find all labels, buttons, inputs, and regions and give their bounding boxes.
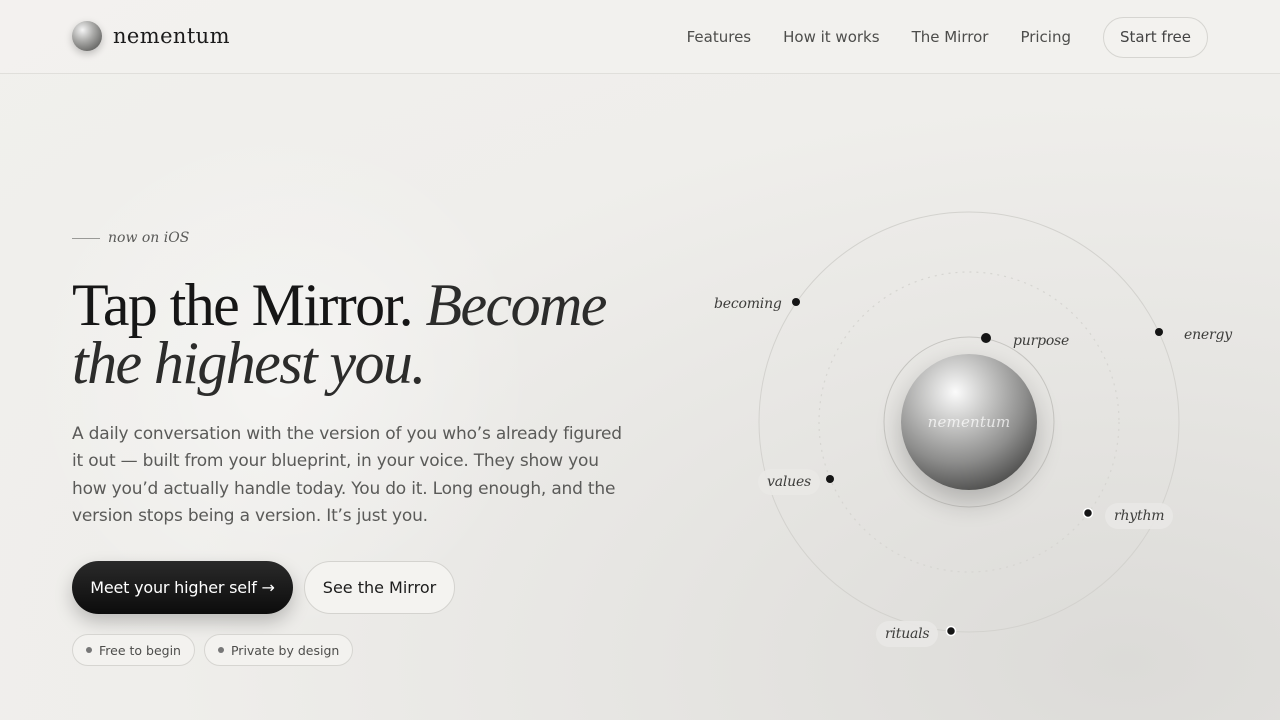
mirror-diagram: nementum becoming purpose energy values … (700, 200, 1240, 670)
node-dot-rituals (945, 625, 957, 637)
node-dot-purpose (981, 333, 991, 343)
eyebrow-rule (72, 237, 100, 239)
badge-private-label: Private by design (230, 642, 340, 658)
headline-plain: Tap the Mirror. (72, 272, 414, 338)
nav-link-features[interactable]: Features (687, 28, 752, 46)
see-the-mirror-button[interactable]: See the Mirror (304, 561, 455, 614)
node-label-rituals: rituals (876, 621, 939, 647)
nav-link-how-it-works[interactable]: How it works (783, 28, 879, 46)
badge-private: Private by design (203, 634, 354, 666)
eyebrow: now on iOS (72, 230, 189, 246)
brand-logo[interactable]: nementum (72, 21, 230, 51)
bullet-dot-icon (217, 647, 224, 653)
node-dot-rhythm (1082, 507, 1094, 519)
node-label-purpose: purpose (1013, 333, 1070, 349)
start-free-button[interactable]: Start free (1103, 16, 1208, 58)
node-dot-energy (1155, 328, 1163, 336)
node-label-energy: energy (1184, 327, 1232, 343)
node-label-becoming: becoming (714, 296, 782, 312)
orb-label: nementum (927, 413, 1011, 431)
badge-free: Free to begin (72, 634, 195, 666)
node-label-values: values (758, 469, 821, 495)
brand-name: nementum (113, 24, 230, 48)
hero-description: A daily conversation with the version of… (72, 424, 622, 526)
hero-headline: Tap the Mirror. Become the highest you. (72, 275, 632, 393)
badge-free-label: Free to begin (99, 642, 181, 658)
mirror-orb[interactable]: nementum (901, 354, 1037, 490)
node-dot-values (826, 475, 834, 483)
node-dot-becoming (792, 298, 800, 306)
nav-link-the-mirror[interactable]: The Mirror (912, 28, 989, 46)
nav-link-pricing[interactable]: Pricing (1020, 28, 1071, 46)
eyebrow-text: now on iOS (108, 230, 190, 246)
node-label-rhythm: rhythm (1105, 503, 1174, 529)
meet-higher-self-button[interactable]: Meet your higher self → (72, 561, 293, 614)
bullet-dot-icon (86, 647, 92, 653)
orb-logo-icon (72, 21, 102, 51)
badge-row: Free to begin Private by design (72, 634, 362, 666)
main-nav: Features How it works The Mirror Pricing… (687, 0, 1208, 74)
site-header: nementum Features How it works The Mirro… (0, 0, 1280, 74)
